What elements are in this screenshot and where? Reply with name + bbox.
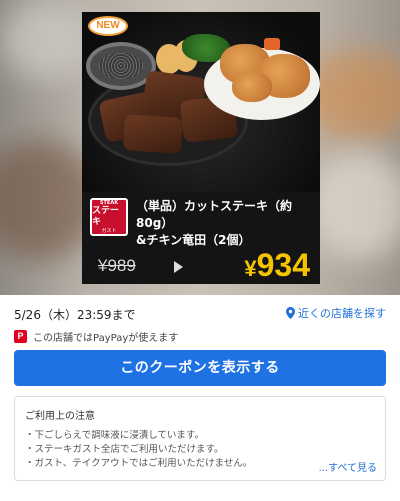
original-price: ¥989 [98,256,136,275]
see-all-link[interactable]: ...すべて見る [319,459,377,474]
coupon-card: NEW STEAK ステーキ ガスト （単品）カットステーキ（約80g） &チキ… [82,12,320,284]
logo-text: ガスト [101,228,117,234]
coupon-details: 5/26（木）23:59まで 近くの店舗を探す P この店舗ではPayPayが使… [0,295,400,501]
location-pin-icon [286,307,295,319]
play-arrow-icon [174,261,183,273]
usage-notes-heading: ご利用上の注意 [25,411,95,422]
hero-background: NEW STEAK ステーキ ガスト （単品）カットステーキ（約80g） &チキ… [0,0,400,295]
find-nearby-store-link[interactable]: 近くの店舗を探す [286,305,386,321]
expiry-date: 5/26（木）23:59まで [14,308,136,322]
food-photo: NEW [82,12,320,192]
logo-text: ステーキ [92,206,120,227]
paypay-icon: P [14,330,27,343]
paypay-notice: P この店舗ではPayPayが使えます [14,329,178,344]
paypay-text: この店舗ではPayPayが使えます [33,333,179,344]
find-nearby-store-label: 近くの店舗を探す [298,307,386,320]
blurred-food-shape [310,150,400,260]
coupon-info: STEAK ステーキ ガスト （単品）カットステーキ（約80g） &チキン竜田（… [82,192,320,284]
blurred-food-shape [0,0,90,80]
show-coupon-button[interactable]: このクーポンを表示する [14,350,386,386]
currency-symbol: ¥ [244,256,257,281]
steak-gusto-logo: STEAK ステーキ ガスト [90,198,128,236]
usage-notes: ご利用上の注意 ・下ごしらえで調味液に浸漬しています。 ・ステーキガスト全店でご… [14,396,386,481]
list-item: ・ガスト、テイクアウトではご利用いただけません。 [25,458,253,469]
usage-notes-list: ・下ごしらえで調味液に浸漬しています。 ・ステーキガスト全店でご利用いただけます… [25,429,252,471]
list-item: ・下ごしらえで調味液に浸漬しています。 [25,430,204,441]
coupon-title-line: （単品）カットステーキ（約80g） [136,199,293,230]
price-value: 934 [256,247,310,283]
fried-chicken [232,72,272,102]
new-badge: NEW [88,16,128,36]
discount-price: ¥934 [244,248,310,284]
list-item: ・ステーキガスト全店でご利用いただけます。 [25,444,224,455]
steak-piece [122,114,184,154]
coupon-title: （単品）カットステーキ（約80g） &チキン竜田（2個） [136,198,316,249]
carrot [264,38,280,50]
